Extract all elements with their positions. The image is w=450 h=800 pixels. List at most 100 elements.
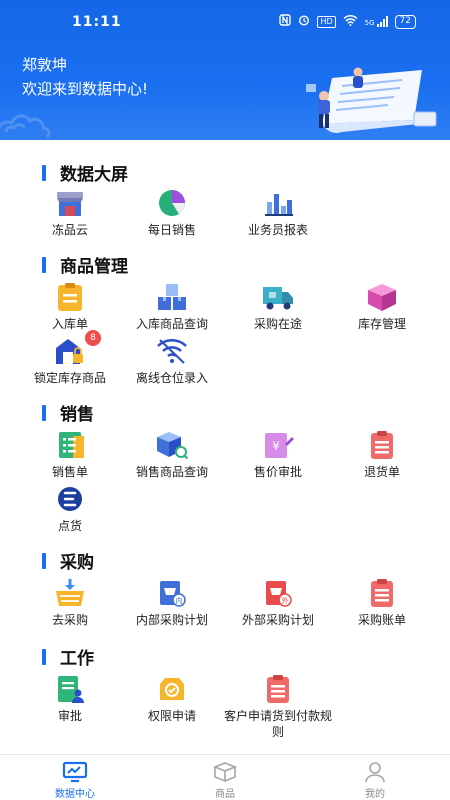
section-title-purchase: 采购 [42,548,94,573]
wifi-icon [343,14,358,29]
section-accent-bar [42,256,46,273]
bar-chart-icon [261,188,295,218]
grid-item-frozen-cloud[interactable]: 冻品云 [14,188,126,238]
tab-label: 我的 [365,789,385,800]
section-title-sales: 销售 [42,400,94,425]
cellular-signal-icon: 5G [365,16,388,27]
count-goods-icon [53,484,87,514]
grid-item-sales-goods-query[interactable]: 销售商品查询 [116,430,228,480]
store-icon [53,188,87,218]
grid-item-salesman-report[interactable]: 业务员报表 [222,188,334,238]
grid-item-label: 采购账单 [357,613,406,627]
grid-item-offline-location-entry[interactable]: 离线仓位录入 [116,336,228,386]
section-title-text: 商品管理 [60,257,128,277]
hd-tag: HD [317,15,336,28]
status-bar: 11:11 HD 5G 72 [0,0,450,46]
battery-indicator: 72 [394,14,416,29]
tab-goods[interactable]: 商品 [150,755,300,800]
truck-icon [261,282,295,312]
net-type-label: 5G [364,19,375,27]
tab-data-center[interactable]: 数据中心 [0,755,150,800]
grid-item-label: 权限申请 [147,709,196,723]
grid-item-label: 库存管理 [357,317,406,331]
status-time: 11:11 [72,14,122,30]
notification-badge: 8 [85,330,101,346]
grid-item-label: 采购在途 [253,317,302,331]
grid-item-purchase-in-transit[interactable]: 采购在途 [222,282,334,332]
grid-item-external-purchase-plan[interactable]: 外 外部采购计划 [222,578,334,628]
grid-item-label: 离线仓位录入 [135,371,208,385]
price-edit-icon: ¥ [261,430,295,460]
section-accent-bar [42,648,46,665]
section-title-text: 数据大屏 [60,165,128,185]
alarm-icon [298,14,310,29]
warehouse-lock-icon: 8 [53,330,101,366]
grid-item-label: 外部采购计划 [241,613,314,627]
grid-item-label: 售价审批 [253,465,302,479]
section-title-work: 工作 [42,644,94,669]
section-title-text: 工作 [60,649,94,669]
grid-item-cod-rule-request[interactable]: 客户申请货到付款规则 [222,674,334,740]
clipboard-icon [53,282,87,312]
grid-item-price-approval[interactable]: ¥ 售价审批 [222,430,334,480]
cloud-pattern-icon [0,114,51,138]
approval-icon [53,674,87,704]
grid-item-sales-order[interactable]: 销售单 [14,430,126,480]
main-content: 数据大屏 冻品云 每日销售 业务员报表 商品管理 入库单 入库商品查询 采购在途… [0,140,450,754]
grid-item-label: 入库单 [51,317,88,331]
grid-item-label: 退货单 [363,465,400,479]
external-plan-icon: 外 [261,578,295,608]
grid-item-stock-in-order[interactable]: 入库单 [14,282,126,332]
grid-item-label: 去采购 [51,613,88,627]
section-title-goods: 商品管理 [42,252,128,277]
box-search-icon [155,430,189,460]
permission-icon [155,674,189,704]
tab-mine[interactable]: 我的 [300,755,450,800]
pie-chart-icon [155,188,189,218]
grid-item-internal-purchase-plan[interactable]: 内 内部采购计划 [116,578,228,628]
section-title-text: 采购 [60,553,94,573]
grid-item-label: 销售商品查询 [135,465,208,479]
grid-item-label: 冻品云 [51,223,88,237]
nfc-icon [279,14,292,29]
section-accent-bar [42,164,46,181]
section-accent-bar [42,552,46,569]
grid-item-inventory-management[interactable]: 库存管理 [326,282,438,332]
grid-item-label: 业务员报表 [247,223,308,237]
grid-item-permission-request[interactable]: 权限申请 [116,674,228,724]
bottom-tabbar: 数据中心 商品 我的 [0,754,450,800]
grid-item-label: 入库商品查询 [135,317,208,331]
cube-icon [365,282,399,312]
svg-text:¥: ¥ [272,439,280,453]
grid-item-go-purchase[interactable]: 去采购 [14,578,126,628]
grid-item-purchase-bill[interactable]: 采购账单 [326,578,438,628]
user-name: 郑敦坤 [22,56,68,74]
grid-item-daily-sales[interactable]: 每日销售 [116,188,228,238]
welcome-text: 欢迎来到数据中心! [22,80,149,98]
tab-label: 数据中心 [55,789,95,800]
grid-item-approval[interactable]: 审批 [14,674,126,724]
cod-rule-icon [261,674,295,704]
return-list-icon [365,430,399,460]
section-accent-bar [42,404,46,421]
monitor-icon [62,761,88,783]
grid-item-label: 每日销售 [147,223,196,237]
grid-item-label: 点货 [57,519,82,533]
section-title-dashboard: 数据大屏 [42,160,128,185]
status-icons: HD 5G 72 [279,14,416,29]
grid-item-locked-stock[interactable]: 8 锁定库存商品 [14,330,126,386]
basket-icon [53,578,87,608]
section-title-text: 销售 [60,405,94,425]
grid-item-stock-in-query[interactable]: 入库商品查询 [116,282,228,332]
user-icon [362,761,388,783]
wifi-off-icon [155,336,189,366]
grid-item-return-order[interactable]: 退货单 [326,430,438,480]
purchase-bill-icon [365,578,399,608]
sales-list-icon [53,430,87,460]
boxes-icon [155,282,189,312]
grid-item-count-goods[interactable]: 点货 [14,484,126,534]
grid-item-label: 内部采购计划 [135,613,208,627]
grid-item-label: 锁定库存商品 [33,371,106,385]
box-icon [212,761,238,783]
plan-tag-text: 外 [282,596,289,605]
